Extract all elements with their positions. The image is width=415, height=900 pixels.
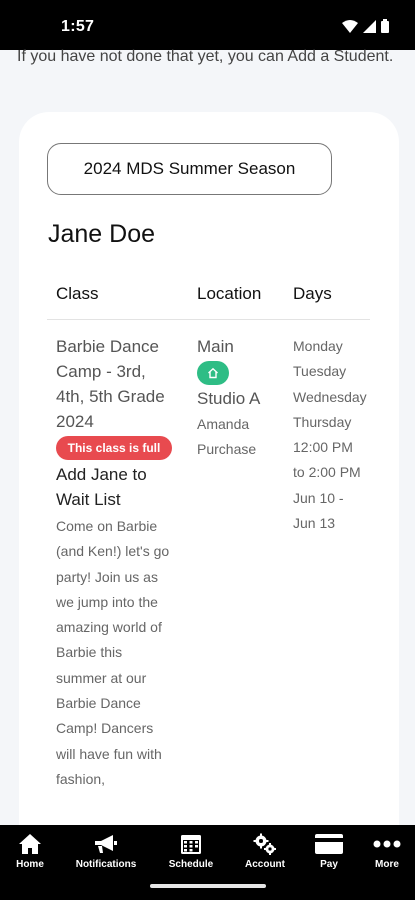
student-name: Jane Doe — [48, 220, 156, 248]
wifi-icon — [342, 19, 358, 33]
nav-more[interactable]: More — [352, 833, 415, 870]
credit-card-icon — [315, 833, 343, 855]
class-description: Come on Barbie (and Ken!) let's go party… — [56, 518, 170, 787]
add-to-waitlist-link[interactable]: Add Jane to Wait List — [56, 462, 176, 512]
class-name: Barbie Dance Camp - 3rd, 4th, 5th Grade … — [56, 337, 165, 431]
nav-home-label: Home — [16, 859, 44, 870]
intro-text: If you have not done that yet, you can A… — [17, 48, 394, 65]
nav-pay-label: Pay — [320, 859, 338, 870]
day-monday: Monday — [293, 338, 343, 354]
nav-home[interactable]: Home — [0, 833, 65, 870]
nav-notifications-label: Notifications — [75, 859, 137, 870]
calendar-icon — [180, 833, 202, 855]
day-thursday: Thursday — [293, 413, 352, 430]
status-time: 1:57 — [61, 18, 95, 35]
day-wednesday: Wednesday — [293, 388, 367, 405]
column-header-location: Location — [197, 284, 262, 303]
nav-account-label: Account — [245, 859, 285, 870]
bottom-nav: Home Notifications Schedule Account Pay … — [0, 825, 415, 900]
megaphone-icon — [93, 833, 119, 855]
status-bar: 1:57 — [0, 0, 415, 50]
nav-notifications[interactable]: Notifications — [71, 833, 141, 870]
time-end: to 2:00 PM — [293, 464, 361, 481]
nav-schedule[interactable]: Schedule — [156, 833, 226, 870]
column-header-days: Days — [293, 284, 332, 303]
nav-account[interactable]: Account — [230, 833, 300, 870]
location-name: Main — [197, 337, 234, 356]
dates-start: Jun 10 - — [293, 489, 344, 506]
days-column: Monday Tuesday Wednesday Thursday 12:00 … — [293, 334, 373, 536]
gesture-home-indicator[interactable] — [150, 884, 266, 888]
registration-card: 2024 MDS Summer Season Jane Doe Class Lo… — [19, 112, 399, 872]
gears-icon — [253, 833, 277, 855]
table-divider — [47, 319, 370, 320]
location-home-chip[interactable] — [197, 361, 229, 385]
teacher-name: Amanda Purchase — [197, 416, 257, 457]
home-icon — [18, 833, 42, 855]
time-start: 12:00 PM — [293, 439, 353, 456]
more-dots-icon — [373, 833, 401, 855]
column-header-class: Class — [56, 284, 99, 303]
home-outline-icon — [208, 367, 218, 379]
season-selector-button[interactable]: 2024 MDS Summer Season — [47, 143, 332, 195]
battery-icon — [381, 19, 389, 33]
day-tuesday: Tuesday — [293, 363, 347, 380]
nav-more-label: More — [375, 859, 399, 870]
location-room: Studio A — [197, 389, 261, 408]
cell-signal-icon — [363, 19, 376, 33]
status-icons — [342, 19, 389, 33]
class-full-badge: This class is full — [56, 436, 172, 460]
nav-schedule-label: Schedule — [168, 859, 214, 870]
dates-end: Jun 13 — [293, 515, 336, 532]
